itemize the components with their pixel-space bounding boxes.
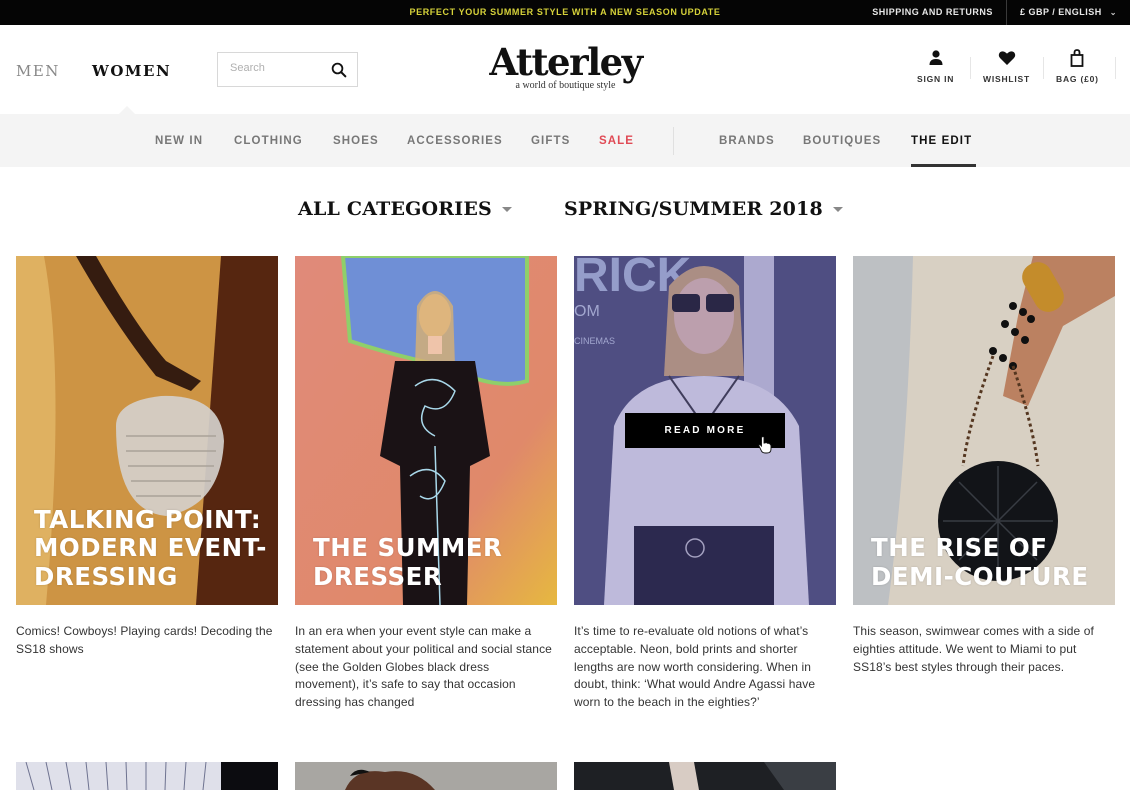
account-divider bbox=[1115, 57, 1116, 79]
article-card-partial[interactable] bbox=[295, 762, 557, 790]
account-divider bbox=[1043, 57, 1044, 79]
article-image[interactable]: TALKING POINT: MODERN EVENT-DRESSING bbox=[16, 256, 278, 605]
nav-item-accessories[interactable]: ACCESSORIES bbox=[407, 135, 503, 147]
caret-down-icon bbox=[501, 206, 512, 212]
nav-item-new-in[interactable]: NEW IN bbox=[155, 135, 203, 147]
main-navigation: NEW IN CLOTHING SHOES ACCESSORIES GIFTS … bbox=[0, 114, 1130, 167]
chevron-down-icon: ⌄ bbox=[1109, 8, 1117, 17]
wishlist-button[interactable]: WISHLIST bbox=[983, 48, 1030, 84]
article-description: This season, swimwear comes with a side … bbox=[853, 624, 1094, 674]
gender-tab-men[interactable]: MEN bbox=[16, 62, 60, 80]
bag-icon bbox=[1070, 49, 1084, 67]
nav-item-brands[interactable]: BRANDS bbox=[719, 135, 775, 147]
shipping-returns-link[interactable]: SHIPPING AND RETURNS bbox=[859, 0, 1006, 25]
heart-icon bbox=[998, 51, 1015, 65]
site-header: MEN WOMEN Atterley a world of boutique s… bbox=[0, 25, 1130, 114]
user-icon bbox=[929, 50, 943, 65]
category-filter-dropdown[interactable]: ALL CATEGORIES bbox=[298, 198, 512, 220]
article-card[interactable]: THE RISE OF DEMI-COUTURE This season, sw… bbox=[853, 256, 1115, 676]
nav-item-shoes[interactable]: SHOES bbox=[333, 135, 379, 147]
article-card-partial[interactable] bbox=[16, 762, 278, 790]
wishlist-label: WISHLIST bbox=[983, 74, 1031, 84]
article-image[interactable]: RICK OM CINEMAS READ MORE bbox=[574, 256, 836, 605]
caret-down-icon bbox=[832, 206, 843, 212]
locale-label: £ GBP / ENGLISH bbox=[1019, 7, 1102, 17]
season-filter-dropdown[interactable]: SPRING/SUMMER 2018 bbox=[564, 198, 843, 220]
hand-cursor-icon bbox=[758, 436, 772, 454]
site-logo[interactable]: Atterley a world of boutique style bbox=[488, 41, 643, 91]
article-image[interactable]: THE SUMMER DRESSER bbox=[295, 256, 557, 605]
article-title: THE RISE OF DEMI-COUTURE bbox=[871, 533, 1089, 591]
promo-links: SHIPPING AND RETURNS £ GBP / ENGLISH ⌄ bbox=[859, 0, 1130, 25]
article-image-partial bbox=[16, 762, 278, 790]
nav-item-gifts[interactable]: GIFTS bbox=[531, 135, 570, 147]
article-description: It’s time to re-evaluate old notions of … bbox=[574, 624, 816, 710]
article-card-partial[interactable] bbox=[574, 762, 836, 790]
search-icon[interactable] bbox=[330, 61, 348, 79]
promo-bar: PERFECT YOUR SUMMER STYLE WITH A NEW SEA… bbox=[0, 0, 1130, 25]
account-divider bbox=[970, 57, 971, 79]
nav-item-sale[interactable]: SALE bbox=[599, 135, 634, 147]
article-description: In an era when your event style can make… bbox=[295, 624, 552, 710]
locale-selector[interactable]: £ GBP / ENGLISH ⌄ bbox=[1007, 0, 1130, 25]
article-title: THE SUMMER DRESSER bbox=[313, 533, 503, 591]
nav-item-boutiques[interactable]: BOUTIQUES bbox=[803, 135, 881, 147]
article-image[interactable]: THE RISE OF DEMI-COUTURE bbox=[853, 256, 1115, 605]
article-image-partial bbox=[574, 762, 836, 790]
nav-divider bbox=[673, 127, 674, 155]
sign-in-button[interactable]: SIGN IN bbox=[917, 48, 954, 84]
active-gender-indicator bbox=[119, 106, 135, 114]
sign-in-label: SIGN IN bbox=[917, 74, 955, 84]
article-card[interactable]: TALKING POINT: MODERN EVENT-DRESSING Com… bbox=[16, 256, 278, 659]
search-input[interactable] bbox=[230, 62, 325, 74]
article-card[interactable]: THE SUMMER DRESSER In an era when your e… bbox=[295, 256, 557, 712]
gender-tab-women[interactable]: WOMEN bbox=[92, 62, 171, 80]
active-nav-underline bbox=[911, 164, 976, 167]
article-description: Comics! Cowboys! Playing cards! Decoding… bbox=[16, 624, 273, 656]
article-card[interactable]: RICK OM CINEMAS READ MORE It’s time to r… bbox=[574, 256, 836, 712]
article-title: TALKING POINT: MODERN EVENT-DRESSING bbox=[34, 504, 267, 591]
bag-label: BAG (£0) bbox=[1056, 74, 1099, 84]
season-filter-label: SPRING/SUMMER 2018 bbox=[564, 198, 823, 220]
logo-wordmark: Atterley bbox=[489, 40, 643, 84]
search-box bbox=[217, 52, 358, 87]
article-image-partial bbox=[295, 762, 557, 790]
bag-button[interactable]: BAG (£0) bbox=[1056, 48, 1099, 84]
nav-item-clothing[interactable]: CLOTHING bbox=[234, 135, 303, 147]
nav-item-the-edit[interactable]: THE EDIT bbox=[911, 135, 972, 147]
category-filter-label: ALL CATEGORIES bbox=[298, 198, 492, 220]
